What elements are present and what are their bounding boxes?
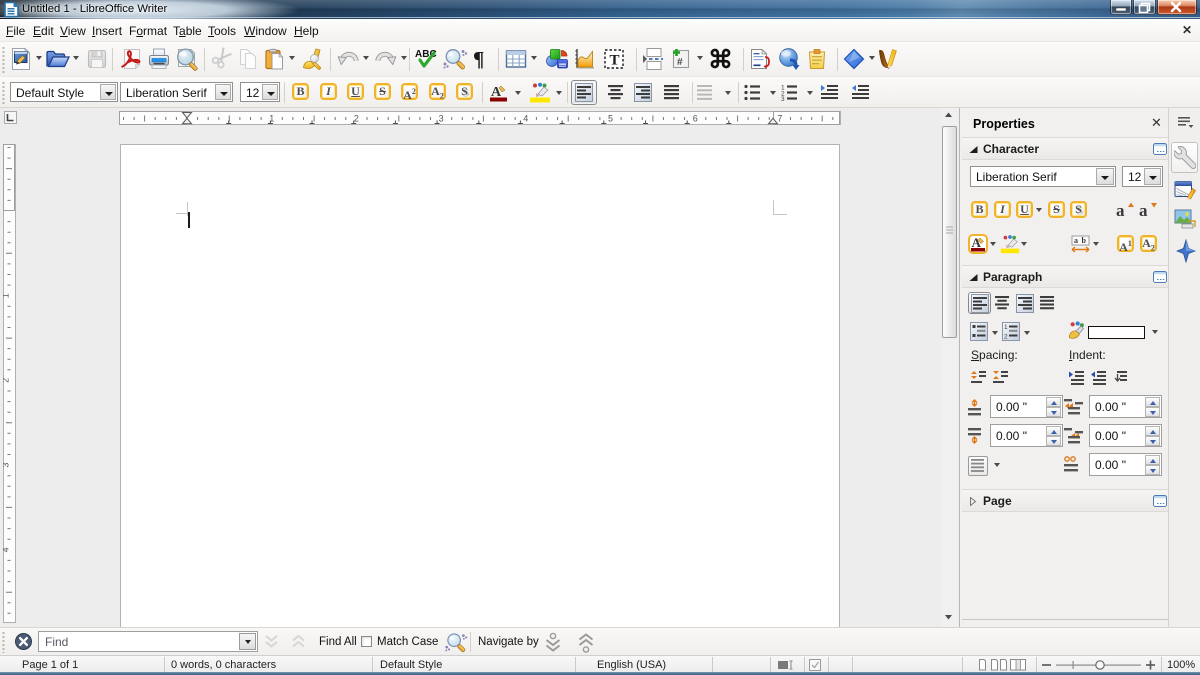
svg-text:a: a (1116, 201, 1125, 219)
svg-text:2: 2 (3, 378, 11, 383)
svg-text:2: 2 (354, 114, 359, 124)
svg-text:a: a (1139, 201, 1148, 219)
svg-text:#: # (677, 57, 683, 68)
svg-text:2: 2 (1004, 334, 1008, 341)
svg-text:1: 1 (3, 293, 11, 298)
svg-text:3: 3 (781, 96, 785, 101)
svg-text:b: b (1082, 236, 1087, 245)
svg-text:3: 3 (3, 463, 11, 468)
svg-text:a: a (1074, 236, 1078, 245)
svg-text:1: 1 (1004, 324, 1008, 331)
svg-text:T: T (610, 53, 620, 69)
svg-text:6: 6 (693, 114, 698, 124)
svg-text:5: 5 (608, 114, 613, 124)
svg-text:¶: ¶ (473, 47, 484, 71)
svg-text:7: 7 (777, 114, 782, 124)
svg-text:3: 3 (439, 114, 444, 124)
svg-text:⌘: ⌘ (708, 46, 733, 73)
svg-text:4: 4 (523, 114, 528, 124)
svg-text:4: 4 (3, 547, 11, 552)
